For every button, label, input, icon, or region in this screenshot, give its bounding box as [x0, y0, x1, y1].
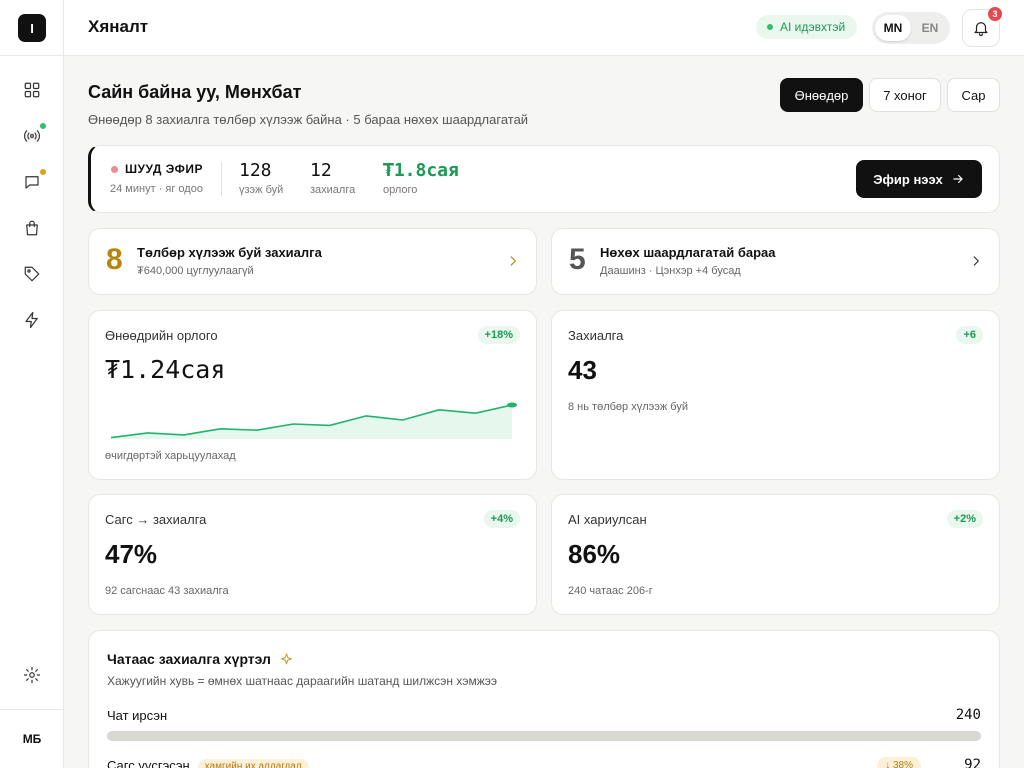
bell-icon [974, 22, 988, 37]
greeting-title: Сайн байна уу, Мөнхбат [88, 82, 302, 102]
revenue-sparkline [110, 402, 517, 439]
chevron-right-icon [506, 254, 520, 268]
metric-delta-badge: +4% [483, 510, 520, 528]
metric-delta-badge: +6 [956, 326, 983, 344]
arrow-right-icon [953, 174, 963, 184]
sidebar-divider [0, 55, 64, 56]
funnel-row-label-text: Сагс үүсгэсэн [107, 758, 190, 768]
pending-payment-card[interactable]: 8 Төлбөр хүлээж буй захиалга ₮640,000 цу… [88, 228, 537, 295]
metric-title: Сагс → захиалга [105, 512, 207, 527]
tag-icon [24, 266, 40, 282]
funnel-row-label: Чат ирсэн [107, 708, 168, 723]
funnel-title: Чатаас захиалга хүртэл [107, 651, 294, 667]
metric-value: 43 [568, 355, 597, 385]
chat-unread-dot [40, 169, 46, 175]
live-status-dot [40, 123, 46, 129]
user-avatar[interactable]: МБ [0, 724, 64, 754]
viewers-value: 128 [239, 160, 272, 181]
lightning-icon [25, 311, 38, 329]
live-orders-value: 12 [310, 160, 332, 181]
gear-icon [23, 666, 41, 684]
restock-count: 5 [569, 243, 586, 276]
sidebar-item-live[interactable] [22, 123, 46, 146]
app-logo[interactable]: I [18, 14, 46, 42]
restock-subtitle: Даашинз · Цэнхэр +4 бусад [600, 265, 741, 277]
sidebar-divider [0, 709, 64, 710]
shopping-bag-icon [26, 220, 38, 236]
ai-status-badge: AI идэвхтэй [756, 15, 858, 39]
metric-delta-badge: +2% [946, 510, 983, 528]
metric-value: 47% [105, 539, 158, 569]
metric-note: өчигдөртэй харьцуулахад [105, 450, 236, 462]
metric-note: 8 нь төлбөр хүлээж буй [568, 401, 688, 413]
metric-delta-badge: +18% [477, 326, 520, 344]
metric-value: 86% [568, 539, 621, 569]
revenue-metric-card: Өнөөдрийн орлого +18% ₮1.24сая өчигдөртэ… [88, 310, 537, 480]
range-month-button[interactable]: Сар [947, 78, 1000, 112]
chevron-right-icon [969, 254, 983, 268]
pending-payment-subtitle: ₮640,000 цуглуулаагүй [137, 265, 254, 277]
sidebar-item-dashboard[interactable] [22, 80, 42, 100]
funnel-subtitle: Хажуугийн хувь = өмнөх шатнаас дараагийн… [107, 674, 497, 688]
funnel-drop-badge: ↓ 38% [877, 757, 921, 768]
live-divider [221, 162, 222, 196]
metric-note: 92 сагснаас 43 захиалга [105, 585, 229, 597]
sidebar-item-settings[interactable] [22, 665, 42, 685]
chat-icon [25, 176, 39, 189]
funnel-row-label: Сагс үүсгэсэн хамгийн их алдагдал [107, 758, 309, 768]
sidebar-item-orders[interactable] [22, 218, 42, 238]
notification-count-badge: 3 [988, 7, 1002, 21]
metric-note: 240 чатаас 206-г [568, 585, 653, 597]
funnel-title-text: Чатаас захиалга хүртэл [107, 651, 271, 667]
language-toggle: MN EN [872, 12, 950, 44]
live-orders-label: захиалга [310, 184, 356, 196]
live-duration: 24 минут · яг одоо [110, 183, 203, 195]
pending-payment-count: 8 [106, 243, 123, 276]
sparkle-icon [280, 652, 292, 664]
sidebar-item-automation[interactable] [22, 310, 42, 330]
range-today-button[interactable]: Өнөөдөр [780, 78, 863, 112]
funnel-row-value: 240 [955, 707, 981, 723]
metric-value: ₮1.24сая [105, 355, 226, 384]
sidebar-item-products[interactable] [22, 264, 42, 284]
page-title: Хяналт [88, 17, 149, 36]
viewers-label: үзэж буй [239, 184, 284, 196]
top-header: Хяналт AI идэвхтэй MN EN 3 [64, 0, 1024, 56]
restock-title: Нөхөх шаардлагатай бараа [600, 245, 776, 260]
sparkline-endpoint [507, 402, 517, 408]
metric-title: Өнөөдрийн орлого [105, 328, 218, 343]
chat-to-order-funnel: Чатаас захиалга хүртэл Хажуугийн хувь = … [88, 630, 1000, 768]
funnel-row-bar [107, 731, 981, 741]
grid-icon [24, 82, 40, 98]
metric-title: Захиалга [568, 328, 624, 343]
broadcast-icon [24, 130, 40, 142]
open-live-button[interactable]: Эфир нээх [856, 160, 982, 198]
open-live-label: Эфир нээх [873, 171, 943, 187]
ai-replied-card: AI хариулсан +2% 86% 240 чатаас 206-г [551, 494, 1000, 615]
live-revenue-value: ₮1.8сая [383, 160, 459, 181]
lang-mn-button[interactable]: MN [875, 15, 911, 41]
biggest-drop-tag: хамгийн их алдагдал [197, 758, 309, 768]
sidebar-item-chats[interactable] [22, 169, 46, 192]
cart-conversion-card: Сагс → захиалга +4% 47% 92 сагснаас 43 з… [88, 494, 537, 615]
metric-title: AI хариулсан [568, 512, 647, 527]
live-stream-card: ШУУД ЭФИР 24 минут · яг одоо 128 үзэж бу… [88, 145, 1000, 213]
lang-en-button[interactable]: EN [912, 15, 948, 41]
orders-metric-card: Захиалга +6 43 8 нь төлбөр хүлээж буй [551, 310, 1000, 480]
greeting-subtitle: Өнөөдөр 8 захиалга төлбөр хүлээж байна ·… [88, 112, 529, 127]
live-label: ШУУД ЭФИР [125, 162, 204, 176]
pending-payment-title: Төлбөр хүлээж буй захиалга [137, 245, 322, 260]
live-revenue-label: орлого [383, 184, 418, 196]
restock-card[interactable]: 5 Нөхөх шаардлагатай бараа Даашинз · Цэн… [551, 228, 1000, 295]
range-week-button[interactable]: 7 хоног [869, 78, 941, 112]
live-indicator-dot [111, 166, 118, 173]
sidebar: I МБ [0, 0, 64, 768]
funnel-row-value: 92 [964, 757, 981, 768]
